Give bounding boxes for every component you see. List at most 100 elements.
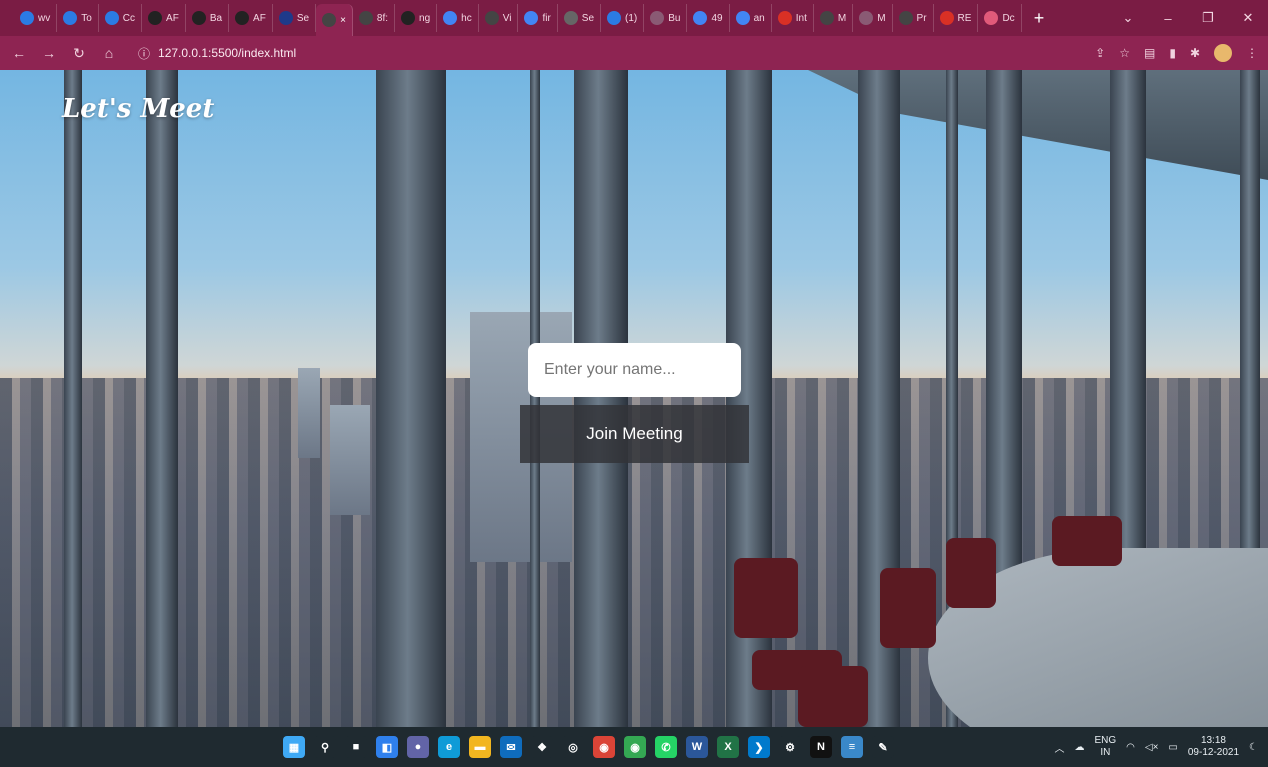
system-tray: ︿ ☁ ENG IN ◠ ◁× ▭ 13:18 09-12-2021 ☾ (1054, 727, 1258, 767)
browser-tab[interactable]: Pr (893, 4, 934, 32)
tab-label: 8f: (376, 12, 389, 24)
chrome-alt-icon[interactable]: ◉ (624, 736, 646, 758)
volume-icon[interactable]: ◁× (1145, 742, 1159, 753)
browser-tab[interactable]: M (814, 4, 854, 32)
site-icon (859, 11, 874, 25)
google-icon (443, 11, 458, 25)
chair (1052, 516, 1122, 566)
browser-tab[interactable]: Int (772, 4, 814, 32)
tab-label: fir (542, 12, 551, 24)
close-window-icon[interactable]: ✕ (1228, 10, 1268, 26)
tab-label: 49 (711, 12, 723, 24)
browser-tab[interactable]: 49 (687, 4, 730, 32)
toolbar-icons: ⇪ ☆ ▤ ▮ ✱ ⋮ (1095, 44, 1258, 62)
tray-overflow-icon[interactable]: ︿ (1054, 740, 1064, 755)
browser-tab[interactable]: Vi (479, 4, 519, 32)
browser-tab[interactable]: To (57, 4, 99, 32)
mail-icon[interactable]: ✉ (500, 736, 522, 758)
search-icon[interactable]: ⚲ (314, 736, 336, 758)
extension-2-icon[interactable]: ▮ (1169, 46, 1176, 60)
minimize-icon[interactable]: – (1148, 11, 1188, 26)
browser-tab[interactable]: Se (273, 4, 317, 32)
browser-tab[interactable]: Ba (186, 4, 230, 32)
chrome-icon[interactable]: ◉ (593, 736, 615, 758)
share-icon[interactable]: ⇪ (1095, 46, 1105, 60)
browser-tab[interactable]: AF (142, 4, 186, 32)
battery-icon[interactable]: ▭ (1168, 742, 1177, 753)
window-mullion (146, 70, 178, 727)
maximize-icon[interactable]: ❐ (1188, 10, 1228, 26)
back-icon[interactable]: ← (10, 45, 28, 61)
dropbox-icon[interactable]: ❖ (531, 736, 553, 758)
join-meeting-button[interactable]: Join Meeting (520, 405, 749, 463)
wifi-icon[interactable]: ◠ (1126, 742, 1135, 753)
browser-tab[interactable]: AF (229, 4, 273, 32)
task-view-icon[interactable]: ■ (345, 736, 367, 758)
word-icon[interactable]: W (686, 736, 708, 758)
background-tower (330, 405, 370, 515)
settings-icon[interactable]: ⚙ (779, 736, 801, 758)
address-bar[interactable]: ⓘ 127.0.0.1:5500/index.html (130, 40, 1083, 66)
menu-kebab-icon[interactable]: ⋮ (1246, 46, 1258, 60)
browser-tab[interactable]: wv (14, 4, 58, 32)
widgets-icon[interactable]: ◧ (376, 736, 398, 758)
github-desktop-icon[interactable]: ◎ (562, 736, 584, 758)
reload-icon[interactable]: ↻ (70, 45, 88, 62)
tab-label: hc (461, 12, 472, 24)
browser-tab[interactable]: an (730, 4, 772, 32)
tab-label: M (837, 12, 847, 24)
weather-icon[interactable]: ☁ (1074, 742, 1084, 753)
vscode-icon[interactable]: ❯ (748, 736, 770, 758)
edge-icon[interactable]: e (438, 736, 460, 758)
browser-tab[interactable]: Bu (644, 4, 688, 32)
clock[interactable]: 13:18 09-12-2021 (1188, 735, 1239, 759)
extensions-puzzle-icon[interactable]: ✱ (1190, 46, 1200, 60)
url-text: 127.0.0.1:5500/index.html (158, 46, 297, 60)
file-explorer-icon[interactable]: ▬ (469, 736, 491, 758)
browser-tab[interactable]: hc (437, 4, 479, 32)
browser-tab[interactable]: × (316, 4, 353, 36)
tab-label: Bu (668, 12, 681, 24)
chat-icon[interactable]: ● (407, 736, 429, 758)
tab-search-icon[interactable]: ⌄ (1108, 10, 1148, 26)
browser-tab[interactable]: 8f: (353, 4, 396, 32)
profile-avatar[interactable] (1214, 44, 1232, 62)
chair (946, 538, 996, 608)
home-icon[interactable]: ⌂ (100, 45, 118, 61)
tab-label: AF (166, 12, 179, 24)
paint-icon[interactable]: ✎ (872, 736, 894, 758)
gmail-icon (777, 11, 792, 25)
extension-icon[interactable]: ▤ (1144, 46, 1155, 60)
browser-tab[interactable]: ng (395, 4, 438, 32)
google-icon (735, 11, 750, 25)
forward-icon[interactable]: → (40, 45, 58, 61)
windows-start-icon[interactable]: ▦ (283, 736, 305, 758)
browser-tab[interactable]: Se (558, 4, 602, 32)
info-icon[interactable]: ⓘ (138, 45, 150, 62)
google-icon (693, 11, 708, 25)
excel-icon[interactable]: X (717, 736, 739, 758)
whatsapp-icon[interactable]: ✆ (655, 736, 677, 758)
tab-strip: wv To Cc AF Ba AF Se × 8f: ng hc Vi fir Se (1) Bu 49 an In… (0, 0, 1268, 36)
browser-tab[interactable]: Cc (99, 4, 143, 32)
tab-label: To (81, 12, 92, 24)
tab-label: wv (38, 12, 51, 24)
browser-tab[interactable]: Dc (978, 4, 1022, 32)
google-icon (524, 11, 539, 25)
notepad-icon[interactable]: ≡ (841, 736, 863, 758)
background-tower (298, 368, 320, 458)
site-icon (650, 11, 665, 25)
name-input[interactable] (528, 343, 741, 397)
browser-tab[interactable]: RE (934, 4, 979, 32)
tab-label: Pr (916, 12, 927, 24)
browser-tab[interactable]: (1) (601, 4, 645, 32)
language-code: ENG (1094, 735, 1117, 746)
bookmark-star-icon[interactable]: ☆ (1119, 46, 1130, 60)
language-indicator[interactable]: ENG IN (1094, 735, 1116, 759)
new-tab-button[interactable]: + (1022, 8, 1057, 29)
browser-tab[interactable]: M (853, 4, 893, 32)
netflix-icon[interactable]: N (810, 736, 832, 758)
browser-tab[interactable]: fir (518, 4, 558, 32)
heart-icon (984, 11, 999, 25)
notifications-icon[interactable]: ☾ (1249, 742, 1258, 753)
